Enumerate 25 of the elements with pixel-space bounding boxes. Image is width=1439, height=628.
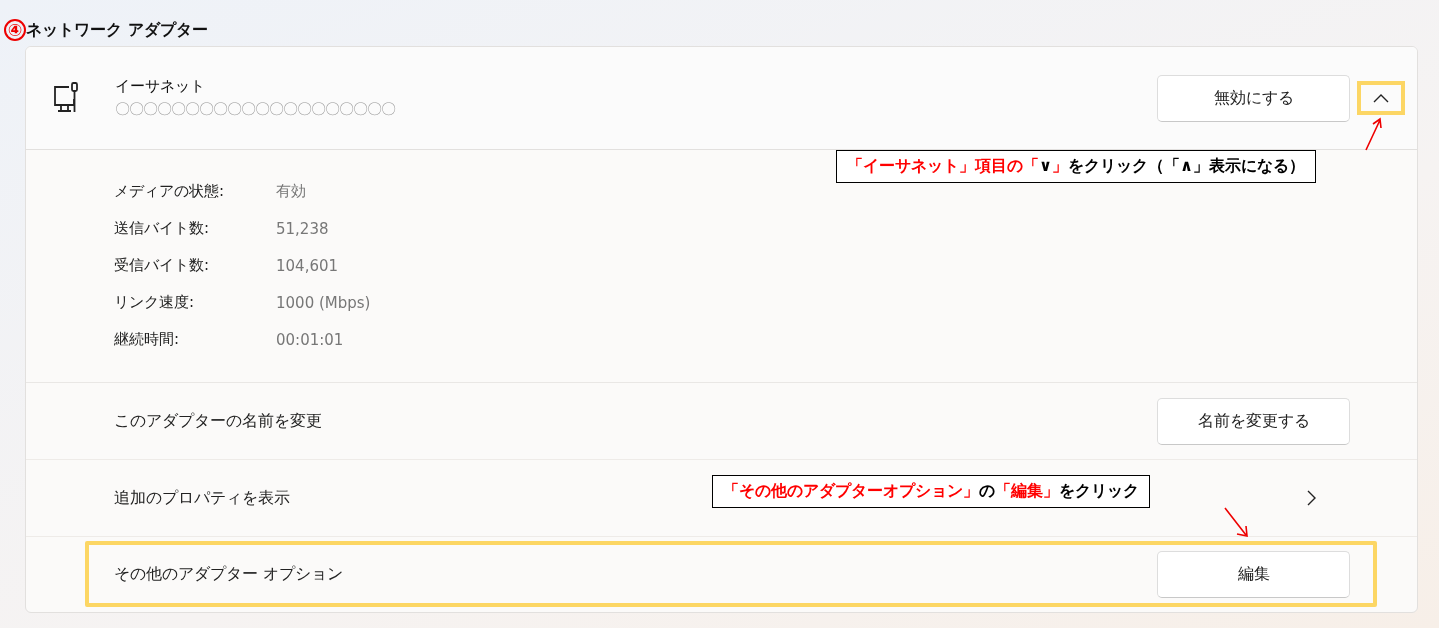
detail-label: 受信バイト数: bbox=[114, 256, 211, 275]
setting-label: このアダプターの名前を変更 bbox=[114, 410, 322, 432]
detail-label: 継続時間: bbox=[114, 330, 181, 349]
detail-value: 104,601 bbox=[276, 256, 339, 275]
step-number-badge: ④ bbox=[4, 19, 26, 41]
detail-value: 1000 (Mbps) bbox=[276, 293, 371, 312]
disable-button[interactable]: 無効にする bbox=[1157, 74, 1350, 122]
detail-value: 00:01:01 bbox=[276, 330, 344, 349]
setting-button[interactable]: 編集 bbox=[1157, 550, 1350, 598]
detail-label: リンク速度: bbox=[114, 293, 196, 312]
section-title: ネットワーク アダプター bbox=[26, 19, 208, 41]
setting-label: 追加のプロパティを表示 bbox=[114, 487, 290, 509]
instruction-callout: 「イーサネット」項目の「∨」をクリック（「∧」表示になる） bbox=[836, 150, 1316, 183]
instruction-callout: 「その他のアダプターオプション」の「編集」をクリック bbox=[712, 475, 1150, 508]
detail-value: 有効 bbox=[276, 182, 306, 201]
adapter-description: 〇〇〇〇〇〇〇〇〇〇〇〇〇〇〇〇〇〇〇〇 bbox=[115, 100, 396, 119]
detail-value: 51,238 bbox=[276, 219, 329, 238]
setting-label: その他のアダプター オプション bbox=[114, 563, 344, 585]
detail-label: 送信バイト数: bbox=[114, 219, 211, 238]
chevron-up-icon bbox=[1373, 93, 1389, 103]
collapse-button[interactable] bbox=[1357, 81, 1405, 115]
detail-label: メディアの状態: bbox=[114, 182, 226, 201]
chevron-right-icon[interactable] bbox=[1306, 490, 1316, 506]
setting-button[interactable]: 名前を変更する bbox=[1157, 397, 1350, 445]
adapter-name: イーサネット bbox=[115, 77, 206, 96]
